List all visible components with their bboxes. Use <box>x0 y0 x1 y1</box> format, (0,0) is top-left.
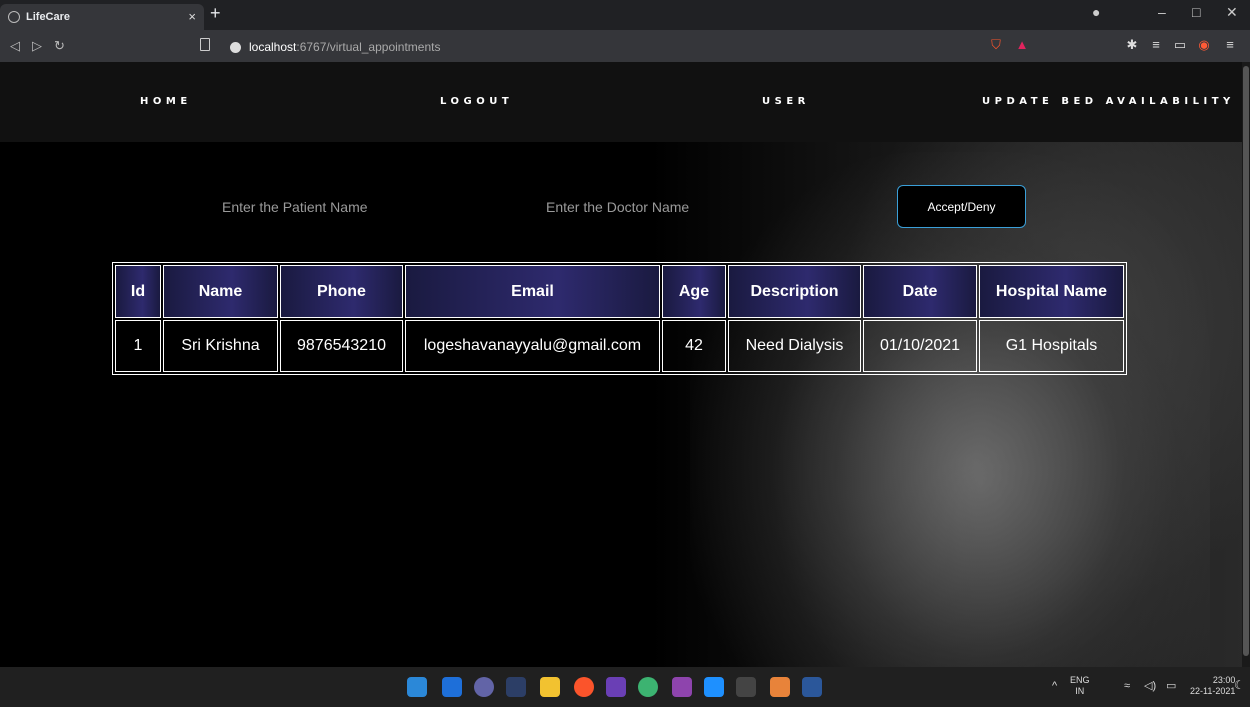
top-navigation: HOME LOGOUT USER UPDATE BED AVAILABILITY <box>0 62 1250 142</box>
battery-icon[interactable]: ▭ <box>1166 681 1176 692</box>
url-host: localhost <box>249 40 297 54</box>
notifications-icon[interactable]: ☾ <box>1234 679 1245 691</box>
browser-tab[interactable]: LifeCare × <box>0 4 204 30</box>
snipping-tool-icon[interactable] <box>506 677 526 697</box>
clock[interactable]: 23:00 22-11-2021 <box>1190 675 1235 697</box>
cell-name: Sri Krishna <box>163 320 278 372</box>
cell-description: Need Dialysis <box>728 320 861 372</box>
close-tab-icon[interactable]: × <box>188 9 196 24</box>
language-bottom: IN <box>1075 686 1085 696</box>
language-top: ENG <box>1070 675 1090 685</box>
nav-user-link[interactable]: USER <box>762 96 810 107</box>
close-window-icon[interactable]: ✕ <box>1226 4 1238 21</box>
doctor-background-image <box>690 152 1210 667</box>
accept-deny-button[interactable]: Accept/Deny <box>897 185 1026 228</box>
word-icon[interactable] <box>802 677 822 697</box>
profile-avatar-icon[interactable]: ◉ <box>1196 37 1212 53</box>
reload-icon[interactable]: ↻ <box>54 38 65 54</box>
cell-hospital: G1 Hospitals <box>979 320 1124 372</box>
address-bar-row: ◁ ▷ ↻ localhost :6767/virtual_appointmen… <box>0 30 1250 62</box>
cell-date: 01/10/2021 <box>863 320 977 372</box>
vscode-icon[interactable] <box>704 677 724 697</box>
wifi-icon[interactable]: ≈ <box>1124 681 1130 692</box>
clock-date: 22-11-2021 <box>1190 686 1236 696</box>
column-header-age: Age <box>662 265 726 318</box>
patient-name-input[interactable] <box>222 193 462 221</box>
browser-tab-bar: LifeCare × + ● – □ ✕ <box>0 0 1250 30</box>
language-indicator[interactable]: ENG IN <box>1070 675 1090 697</box>
windows-taskbar: ^ ENG IN ≈ ◁) ▭ 23:00 22-11-2021 ☾ <box>0 667 1250 707</box>
table-header-row: Id Name Phone Email Age Description Date… <box>115 265 1124 318</box>
column-header-email: Email <box>405 265 660 318</box>
column-header-hospital: Hospital Name <box>979 265 1124 318</box>
page-content: HOME LOGOUT USER UPDATE BED AVAILABILITY… <box>0 62 1250 667</box>
column-header-id: Id <box>115 265 161 318</box>
tray-chevron-icon[interactable]: ^ <box>1052 681 1057 692</box>
url-path: :6767/virtual_appointments <box>296 40 441 54</box>
teams-chat-icon[interactable] <box>474 677 494 697</box>
bookmark-icon[interactable] <box>200 38 210 51</box>
url-field[interactable]: localhost :6767/virtual_appointments <box>230 38 440 56</box>
column-header-description: Description <box>728 265 861 318</box>
wallet-icon[interactable]: ▭ <box>1172 37 1188 53</box>
new-tab-button[interactable]: + <box>210 3 221 24</box>
nav-update-bed-link[interactable]: UPDATE BED AVAILABILITY <box>982 96 1235 107</box>
cell-phone: 9876543210 <box>280 320 403 372</box>
profile-icon[interactable]: ● <box>1092 4 1100 20</box>
start-icon[interactable] <box>407 677 427 697</box>
site-favicon-icon <box>8 11 20 23</box>
intellij-icon[interactable] <box>606 677 626 697</box>
file-explorer-icon[interactable] <box>540 677 560 697</box>
doctor-name-input[interactable] <box>546 193 786 221</box>
column-header-date: Date <box>863 265 977 318</box>
column-header-phone: Phone <box>280 265 403 318</box>
forward-icon[interactable]: ▷ <box>32 38 42 54</box>
maximize-icon[interactable]: □ <box>1192 4 1200 20</box>
xampp-icon[interactable] <box>770 677 790 697</box>
brave-rewards-icon[interactable]: ▲ <box>1014 37 1030 53</box>
brave-shield-icon[interactable]: ⛉ <box>988 37 1004 53</box>
scrollbar-thumb[interactable] <box>1243 66 1249 656</box>
nav-logout-link[interactable]: LOGOUT <box>440 96 513 107</box>
reading-list-icon[interactable]: ≡ <box>1148 37 1164 53</box>
minimize-icon[interactable]: – <box>1158 4 1166 20</box>
table-row: 1 Sri Krishna 9876543210 logeshavanayyal… <box>115 320 1124 372</box>
column-header-name: Name <box>163 265 278 318</box>
terminal-icon[interactable] <box>736 677 756 697</box>
app-icon[interactable] <box>638 677 658 697</box>
volume-icon[interactable]: ◁) <box>1144 681 1156 692</box>
extensions-icon[interactable]: ✱ <box>1124 37 1140 53</box>
tab-title: LifeCare <box>26 11 71 23</box>
cell-email: logeshavanayyalu@gmail.com <box>405 320 660 372</box>
widgets-icon[interactable] <box>442 677 462 697</box>
menu-icon[interactable]: ≡ <box>1222 37 1238 53</box>
appointments-table: Id Name Phone Email Age Description Date… <box>112 262 1127 375</box>
clock-time: 23:00 <box>1212 675 1236 685</box>
back-icon[interactable]: ◁ <box>10 38 20 54</box>
cell-id: 1 <box>115 320 161 372</box>
visual-studio-icon[interactable] <box>672 677 692 697</box>
brave-browser-icon[interactable] <box>574 677 594 697</box>
cell-age: 42 <box>662 320 726 372</box>
site-info-icon[interactable] <box>230 41 241 53</box>
nav-home-link[interactable]: HOME <box>140 96 192 107</box>
